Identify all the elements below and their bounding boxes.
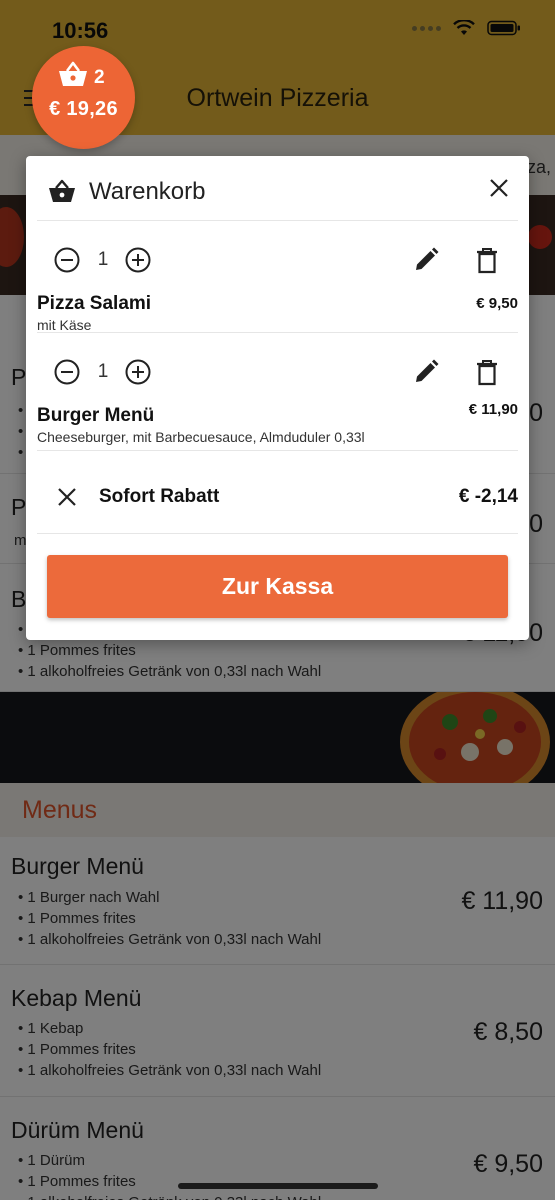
minus-circle-icon[interactable] [53, 358, 81, 386]
edit-pencil-icon[interactable] [412, 358, 440, 386]
quantity-value: 1 [97, 361, 109, 382]
cart-count: 2 [94, 67, 105, 88]
basket-icon [49, 179, 75, 202]
divider [37, 450, 518, 451]
discount-label: Sofort Rabatt [99, 486, 220, 507]
cart-item-desc: mit Käse [37, 317, 92, 333]
cart-modal: Warenkorb 1 Pizza Salami mit Käse € 9,50 [26, 156, 529, 640]
cart-title: Warenkorb [89, 178, 206, 205]
cart-total: € 19,26 [49, 98, 118, 120]
divider [37, 533, 518, 534]
trash-icon[interactable] [474, 358, 500, 386]
basket-icon [59, 61, 87, 86]
cart-item-name: Pizza Salami [37, 293, 152, 314]
close-icon[interactable] [487, 176, 511, 200]
cart-item-price: € 11,90 [468, 401, 518, 418]
remove-discount-icon[interactable] [56, 486, 78, 508]
cart-item-price: € 9,50 [476, 295, 518, 312]
cart-header: Warenkorb [26, 156, 529, 220]
cart-item-desc: Cheeseburger, mit Barbecuesauce, Almdudu… [37, 429, 365, 445]
quantity-value: 1 [97, 249, 109, 270]
plus-circle-icon[interactable] [124, 246, 152, 274]
plus-circle-icon[interactable] [124, 358, 152, 386]
checkout-button[interactable]: Zur Kassa [47, 555, 508, 618]
discount-value: € -2,14 [458, 486, 518, 507]
cart-item: 1 Pizza Salami mit Käse € 9,50 [26, 220, 529, 333]
edit-pencil-icon[interactable] [412, 246, 440, 274]
minus-circle-icon[interactable] [53, 246, 81, 274]
cart-bubble-button[interactable]: 2 € 19,26 [32, 46, 135, 149]
cart-item: 1 Burger Menü Cheeseburger, mit Barbecue… [26, 332, 529, 445]
discount-row: Sofort Rabatt € -2,14 [26, 462, 529, 528]
cart-item-name: Burger Menü [37, 405, 155, 426]
trash-icon[interactable] [474, 246, 500, 274]
home-indicator[interactable] [178, 1183, 378, 1189]
